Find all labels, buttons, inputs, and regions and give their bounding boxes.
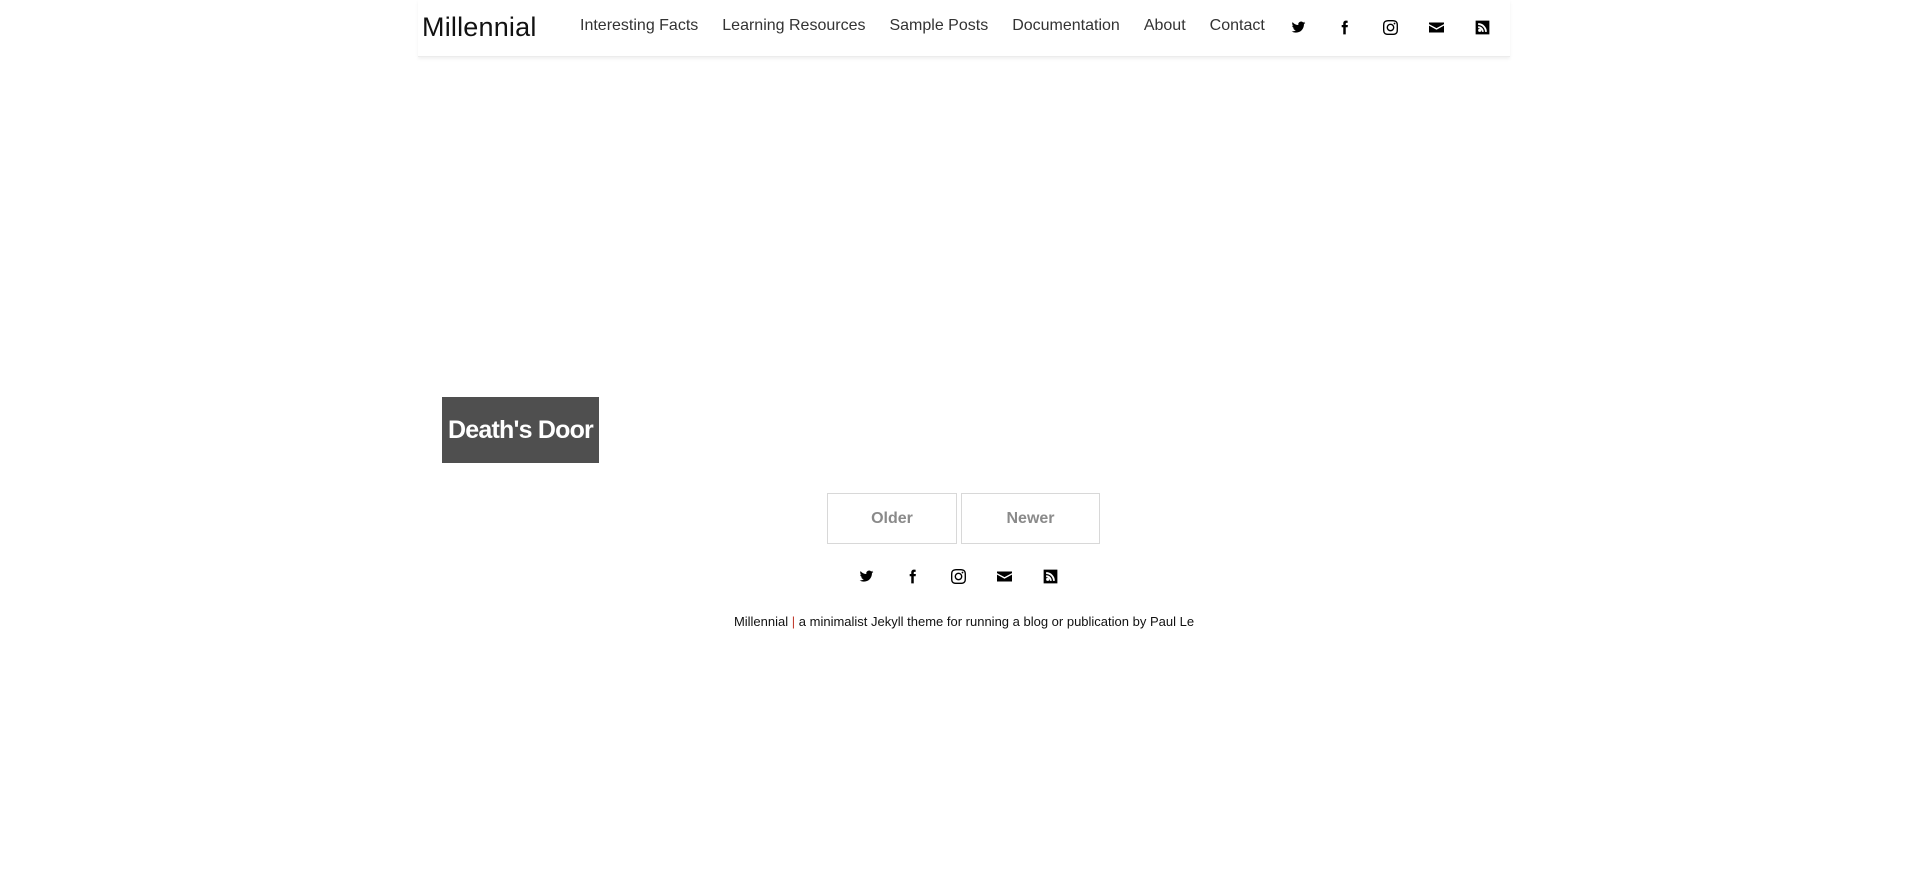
header-rss-link[interactable]	[1471, 16, 1493, 38]
footer-tagline: a minimalist Jekyll theme for running a …	[798, 614, 1147, 629]
footer-facebook-link[interactable]	[901, 565, 923, 587]
instagram-icon	[950, 568, 966, 584]
footer-separator: |	[791, 614, 796, 629]
footer-twitter-link[interactable]	[855, 565, 877, 587]
nav-link-learning-resources[interactable]: Learning Resources	[722, 17, 865, 35]
header-social-links	[1287, 16, 1517, 38]
post-card-deaths-door[interactable]: Death's Door	[442, 397, 599, 463]
pagination: Older Newer	[827, 493, 1100, 544]
footer-rss-link[interactable]	[1039, 565, 1061, 587]
envelope-icon	[1428, 22, 1444, 32]
nav-link-interesting-facts[interactable]: Interesting Facts	[580, 17, 698, 35]
footer-credits: Millennial | a minimalist Jekyll theme f…	[0, 614, 1920, 629]
facebook-icon	[1341, 20, 1348, 34]
header-twitter-link[interactable]	[1287, 16, 1309, 38]
envelope-icon	[996, 571, 1012, 581]
footer-site-link[interactable]: Millennial	[734, 614, 788, 629]
rss-icon	[1475, 20, 1489, 34]
header-email-link[interactable]	[1425, 16, 1447, 38]
newer-posts-button[interactable]: Newer	[961, 493, 1100, 544]
twitter-icon	[1291, 21, 1305, 33]
footer-email-link[interactable]	[993, 565, 1015, 587]
rss-icon	[1043, 569, 1057, 583]
nav-link-about[interactable]: About	[1144, 17, 1186, 35]
nav-link-sample-posts[interactable]: Sample Posts	[889, 17, 988, 35]
header-facebook-link[interactable]	[1333, 16, 1355, 38]
twitter-icon	[859, 570, 873, 582]
header-instagram-link[interactable]	[1379, 16, 1401, 38]
site-brand-link[interactable]: Millennial	[422, 12, 537, 43]
instagram-icon	[1382, 19, 1398, 35]
nav-link-contact[interactable]: Contact	[1210, 17, 1265, 35]
footer-author-link[interactable]: Paul Le	[1150, 614, 1194, 629]
site-header: Millennial Interesting Facts Learning Re…	[418, 0, 1510, 57]
footer-social-links	[855, 565, 1061, 587]
footer-instagram-link[interactable]	[947, 565, 969, 587]
main-nav: Interesting Facts Learning Resources Sam…	[580, 17, 1289, 35]
facebook-icon	[909, 569, 916, 583]
nav-link-documentation[interactable]: Documentation	[1012, 17, 1120, 35]
older-posts-button[interactable]: Older	[827, 493, 957, 544]
